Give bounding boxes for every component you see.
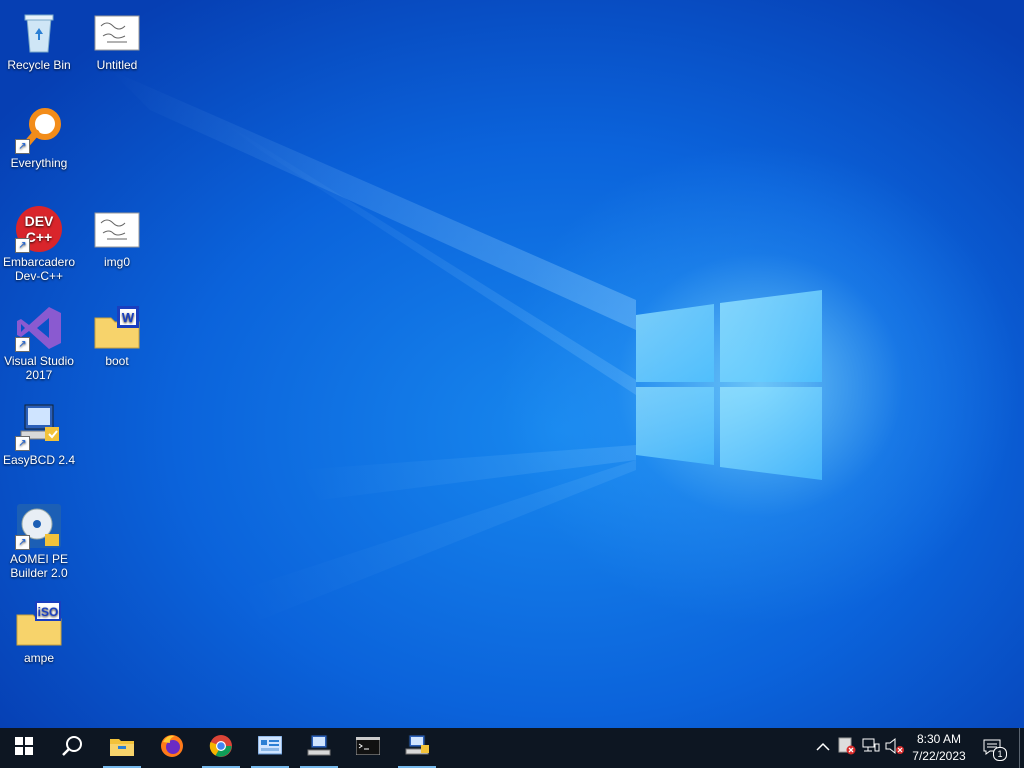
- image-file-icon: [93, 205, 141, 253]
- shortcut-arrow-icon: ↗: [15, 238, 30, 253]
- dev-cpp-icon: DEV C++ ↗: [15, 205, 63, 253]
- taskbar-clock[interactable]: 8:30 AM 7/22/2023: [904, 731, 974, 765]
- svg-text:iSO: iSO: [38, 605, 59, 619]
- shortcut-arrow-icon: ↗: [15, 535, 30, 550]
- tray-security[interactable]: [837, 737, 857, 760]
- cmd-icon: [355, 736, 381, 760]
- desktop-icon-ampe[interactable]: iSO ampe: [0, 601, 78, 665]
- shortcut-arrow-icon: ↗: [15, 139, 30, 154]
- shortcut-arrow-icon: ↗: [15, 337, 30, 352]
- desktop-icon-img0[interactable]: img0: [78, 205, 156, 269]
- show-desktop-button[interactable]: [1019, 728, 1024, 768]
- icon-label: EasyBCD 2.4: [2, 453, 76, 467]
- icon-label: Untitled: [96, 58, 138, 72]
- folder-iso-icon: iSO: [15, 601, 63, 649]
- search-icon: [61, 735, 83, 762]
- tray-volume[interactable]: [885, 737, 905, 760]
- firefox-icon: [160, 734, 184, 763]
- notification-count-badge: 1: [993, 747, 1007, 761]
- image-file-icon: [93, 8, 141, 56]
- taskbar-command-prompt[interactable]: [344, 728, 392, 768]
- taskbar: 8:30 AM 7/22/2023 1: [0, 728, 1024, 768]
- icon-label: boot: [105, 354, 129, 368]
- taskbar-firefox[interactable]: [148, 728, 196, 768]
- shortcut-arrow-icon: ↗: [15, 436, 30, 451]
- clock-date: 7/22/2023: [912, 749, 966, 763]
- clock-time: 8:30 AM: [916, 732, 962, 746]
- desktop-wallpaper: Recycle Bin Untitled ↗ Everything DEV C+…: [0, 0, 1024, 728]
- volume-muted-icon: [885, 737, 905, 760]
- icon-label: AOMEI PE Builder 2.0: [9, 552, 68, 580]
- taskbar-file-explorer[interactable]: [98, 728, 146, 768]
- desktop-icon-recycle-bin[interactable]: Recycle Bin: [0, 8, 78, 72]
- chevron-up-icon: [816, 739, 830, 757]
- search-button[interactable]: [48, 728, 96, 768]
- svg-text:DEV: DEV: [25, 213, 54, 229]
- magnifier-icon: ↗: [15, 106, 63, 154]
- tray-network[interactable]: [861, 738, 881, 758]
- show-hidden-icons-button[interactable]: [813, 738, 833, 758]
- desktop-icon-untitled[interactable]: Untitled: [78, 8, 156, 72]
- desktop-icon-visual-studio[interactable]: ↗ Visual Studio 2017: [0, 304, 78, 382]
- taskbar-network-computer[interactable]: [393, 728, 441, 768]
- security-shield-icon: [838, 737, 856, 760]
- file-explorer-icon: [110, 736, 134, 761]
- icon-label: Recycle Bin: [7, 58, 71, 72]
- action-center-button[interactable]: 1: [980, 736, 1007, 761]
- desktop-icon-aomei[interactable]: ↗ AOMEI PE Builder 2.0: [0, 502, 78, 580]
- icon-label: ampe: [23, 651, 55, 665]
- recycle-bin-icon: [15, 8, 63, 56]
- control-panel-icon: [257, 735, 283, 761]
- aomei-disc-icon: ↗: [15, 502, 63, 550]
- icon-label: Visual Studio 2017: [4, 354, 74, 382]
- network-computer-icon: [404, 734, 430, 762]
- desktop-icon-boot[interactable]: W boot: [78, 304, 156, 368]
- easybcd-icon: ↗: [15, 403, 63, 451]
- computer-icon: [307, 734, 331, 762]
- icon-label: Embarcadero Dev-C++: [2, 255, 76, 283]
- start-button[interactable]: [0, 728, 48, 768]
- folder-icon: W: [93, 304, 141, 352]
- icon-label: img0: [103, 255, 130, 269]
- desktop-icon-everything[interactable]: ↗ Everything: [0, 106, 78, 170]
- taskbar-control-panel[interactable]: [246, 728, 294, 768]
- windows-logo: [636, 290, 824, 480]
- taskbar-computer[interactable]: [295, 728, 343, 768]
- visual-studio-icon: ↗: [15, 304, 63, 352]
- taskbar-chrome[interactable]: [197, 728, 245, 768]
- windows-start-icon: [15, 736, 33, 760]
- icon-label: Everything: [10, 156, 68, 170]
- network-icon: [862, 738, 880, 759]
- desktop-icon-dev-cpp[interactable]: DEV C++ ↗ Embarcadero Dev-C++: [0, 205, 78, 283]
- chrome-icon: [209, 734, 233, 763]
- desktop-icon-easybcd[interactable]: ↗ EasyBCD 2.4: [0, 403, 78, 467]
- svg-text:W: W: [122, 310, 135, 325]
